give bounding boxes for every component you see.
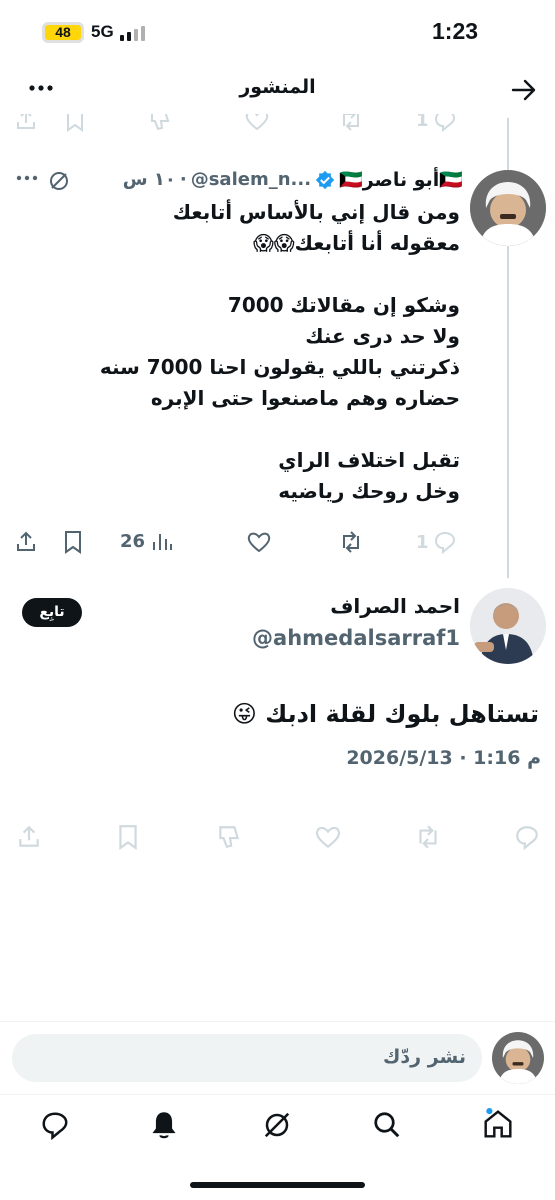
back-arrow-icon[interactable]: [511, 78, 537, 102]
share-icon[interactable]: [14, 530, 38, 554]
verified-badge-icon: [315, 170, 335, 189]
partial-action-row: 1: [0, 114, 555, 138]
home-icon[interactable]: [482, 1108, 514, 1140]
network-type: 5G: [91, 22, 114, 41]
view-count: 26: [120, 530, 146, 552]
tweet-timestamp: 2026/5/13 · 1:16 م: [346, 747, 541, 769]
follow-button[interactable]: تابِع: [22, 598, 82, 627]
divider: [0, 1021, 555, 1022]
reply-count: 1: [416, 114, 429, 131]
grok-icon[interactable]: [48, 170, 70, 192]
avatar[interactable]: [492, 1032, 544, 1084]
dislike-icon[interactable]: [216, 824, 242, 850]
repost-icon[interactable]: [414, 824, 442, 850]
reply-action[interactable]: 1: [416, 530, 457, 554]
handle[interactable]: @salem_n...: [191, 169, 311, 190]
tweet-action-row: [0, 824, 555, 854]
divider: [0, 1094, 555, 1095]
like-icon[interactable]: [244, 114, 270, 132]
status-time: 1:23: [432, 18, 479, 44]
messages-icon[interactable]: [40, 1110, 70, 1140]
bottom-nav: [0, 1106, 555, 1146]
like-icon[interactable]: [246, 530, 272, 554]
share-icon[interactable]: [16, 824, 42, 850]
search-icon[interactable]: [372, 1110, 402, 1140]
more-options-icon[interactable]: [16, 172, 38, 184]
repost-icon[interactable]: [338, 114, 364, 132]
tweet-text: ومن قال إني بالأساس أتابعك معقوله أنا أت…: [99, 200, 460, 503]
home-indicator: [190, 1182, 365, 1188]
tweet-action-row: 26 1: [0, 528, 555, 558]
tweet-time: ١٠ س: [122, 169, 176, 190]
bookmark-icon[interactable]: [116, 824, 140, 850]
share-icon[interactable]: [14, 114, 38, 132]
dislike-icon[interactable]: [148, 114, 172, 132]
display-name[interactable]: 🇰🇼أبو ناصر🇰🇼: [339, 168, 463, 191]
bookmark-icon[interactable]: [62, 530, 84, 554]
avatar[interactable]: [470, 170, 546, 246]
reply-action[interactable]: 1: [416, 114, 457, 132]
reply-placeholder: نشر ردّك: [382, 1046, 466, 1068]
reply-icon: [434, 114, 455, 132]
views-action[interactable]: 26: [120, 530, 173, 552]
tweet-header: 🇰🇼أبو ناصر🇰🇼 @salem_n... · ١٠ س: [123, 168, 463, 191]
tweet-text: تستاهل بلوك لقلة ادبك 😜: [231, 700, 539, 728]
bookmark-icon[interactable]: [64, 114, 86, 132]
handle[interactable]: @ahmedalsarraf1: [252, 626, 460, 650]
avatar[interactable]: [470, 588, 546, 664]
repost-icon[interactable]: [338, 530, 364, 554]
signal-bars-icon: [120, 26, 145, 41]
views-icon: [153, 534, 173, 550]
display-name[interactable]: احمد الصراف: [330, 594, 460, 618]
reply-icon: [434, 531, 455, 554]
reply-input[interactable]: نشر ردّك: [12, 1034, 482, 1082]
reply-count: 1: [416, 531, 429, 553]
reply-icon[interactable]: [514, 824, 540, 850]
notifications-icon[interactable]: [150, 1110, 178, 1140]
like-icon[interactable]: [314, 824, 342, 850]
page-title: المنشور: [239, 76, 316, 98]
battery-indicator: 48: [42, 22, 84, 43]
grok-icon[interactable]: [262, 1110, 292, 1140]
separator: ·: [179, 169, 187, 190]
